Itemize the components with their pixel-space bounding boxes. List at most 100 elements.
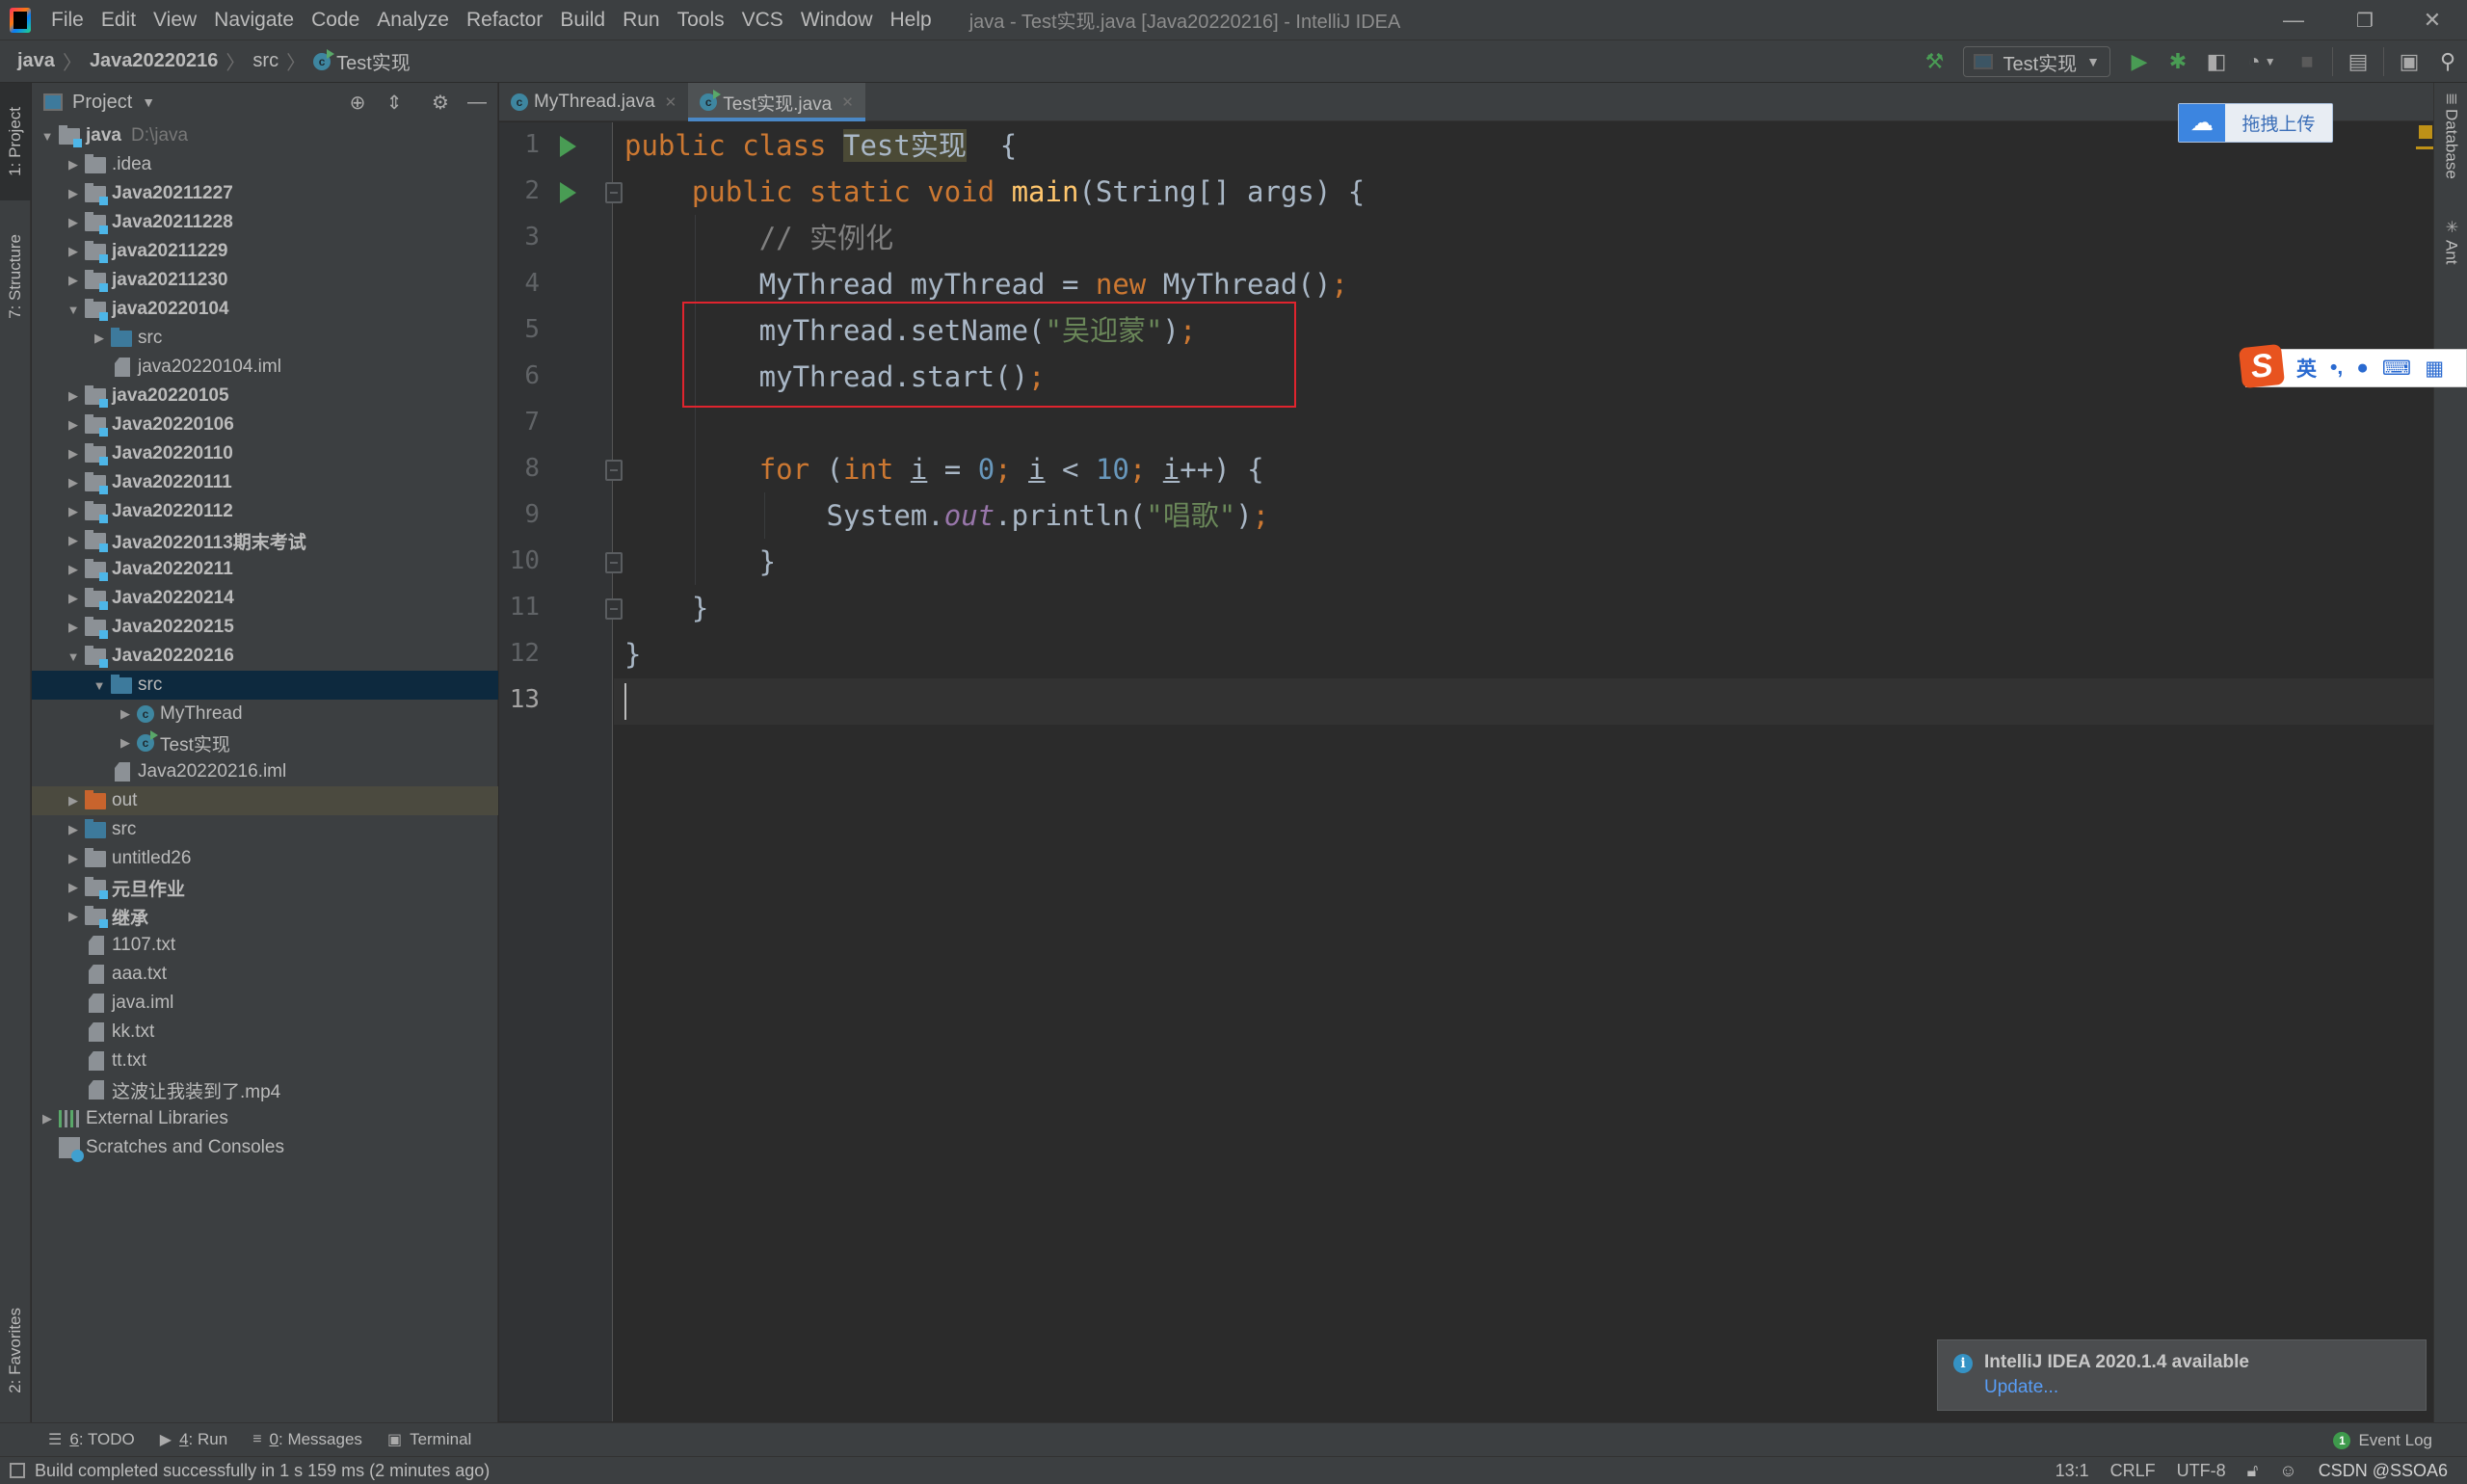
tree-item[interactable]: ▶ 元旦作业 <box>32 873 498 902</box>
run-configuration-select[interactable]: Test实现 ▼ <box>1963 46 2110 77</box>
collapse-arrow-icon[interactable]: ▶ <box>62 880 85 895</box>
menu-run[interactable]: Run <box>614 0 669 40</box>
tree-item[interactable]: ▶ Java20211228 <box>32 208 498 237</box>
collapse-arrow-icon[interactable]: ▶ <box>62 533 85 548</box>
apps-grid-icon[interactable]: ▦ <box>2425 357 2444 381</box>
collapse-arrow-icon[interactable]: ▶ <box>62 215 85 230</box>
collapse-arrow-icon[interactable]: ▶ <box>62 620 85 635</box>
tree-item[interactable]: ▶ src <box>32 815 498 844</box>
project-view-select[interactable]: Project <box>72 92 132 114</box>
run-main-gutter-icon[interactable] <box>560 182 576 203</box>
collapse-arrow-icon[interactable]: ▶ <box>62 909 85 924</box>
run-anything-icon[interactable]: ▣ <box>2390 42 2428 81</box>
unlock-icon[interactable]: 🔓︎ <box>2247 1461 2259 1481</box>
collapse-arrow-icon[interactable]: ▶ <box>62 591 85 606</box>
tree-item[interactable]: ▶ Java20220211 <box>32 555 498 584</box>
profile-icon[interactable]: ◔ ▼ <box>2236 42 2288 81</box>
file-encoding[interactable]: UTF-8 <box>2177 1461 2226 1481</box>
tree-item[interactable]: java20220104.iml <box>32 353 498 382</box>
tree-item[interactable]: ▼ java20220104 <box>32 295 498 324</box>
keyboard-icon[interactable]: ⌨ <box>2382 357 2411 381</box>
microphone-icon[interactable]: ● <box>2356 357 2369 380</box>
restore-button[interactable]: ❐ <box>2336 0 2394 40</box>
messages-tool-tab[interactable]: ≡ 0: Messages <box>252 1430 362 1449</box>
ant-tool-tab[interactable]: ✳ Ant <box>2434 218 2467 265</box>
breadcrumb-java[interactable]: java <box>13 50 59 72</box>
warning-stripe-marker[interactable] <box>2416 146 2433 149</box>
tree-item[interactable]: ▶ External Libraries <box>32 1104 498 1133</box>
hide-panel-icon[interactable]: — <box>464 89 491 116</box>
collapse-arrow-icon[interactable]: ▶ <box>62 822 85 837</box>
breadcrumb-module[interactable]: Java20220216 <box>86 50 222 72</box>
collapse-arrow-icon[interactable]: ▶ <box>62 186 85 201</box>
tree-item[interactable]: ▶ c Test实现 <box>32 729 498 757</box>
tree-item[interactable]: ▶ Java20220112 <box>32 497 498 526</box>
menu-window[interactable]: Window <box>792 0 882 40</box>
stop-icon[interactable]: ■ <box>2288 42 2326 81</box>
inspection-warning-marker[interactable] <box>2419 125 2432 139</box>
expand-arrow-icon[interactable]: ▼ <box>88 678 111 693</box>
favorites-tool-tab[interactable]: 2: Favorites <box>0 1287 31 1413</box>
expand-arrow-icon[interactable]: ▼ <box>36 129 59 144</box>
collapse-arrow-icon[interactable]: ▶ <box>114 706 137 722</box>
tree-item[interactable]: ▶ Java20211227 <box>32 179 498 208</box>
tree-item[interactable]: ▶ untitled26 <box>32 844 498 873</box>
collapse-arrow-icon[interactable]: ▶ <box>62 388 85 404</box>
close-tab-icon[interactable]: ✕ <box>841 93 854 111</box>
collapse-arrow-icon[interactable]: ▶ <box>36 1111 59 1126</box>
tree-item[interactable]: ▶ 继承 <box>32 902 498 931</box>
line-separator[interactable]: CRLF <box>2110 1461 2156 1481</box>
collapse-arrow-icon[interactable]: ▶ <box>62 475 85 490</box>
tree-item[interactable]: aaa.txt <box>32 960 498 989</box>
collapse-all-icon[interactable]: ⇕ <box>381 89 408 116</box>
expand-arrow-icon[interactable]: ▼ <box>62 303 85 317</box>
todo-tool-tab[interactable]: ☰ 6: TODO <box>48 1430 135 1449</box>
event-log-tab[interactable]: 1 Event Log <box>2333 1423 2432 1457</box>
tree-item[interactable]: ▶ Java20220215 <box>32 613 498 642</box>
collapse-arrow-icon[interactable]: ▶ <box>62 417 85 433</box>
toggle-tool-windows-icon[interactable] <box>10 1463 25 1478</box>
fold-marker-icon[interactable] <box>605 552 623 573</box>
tree-item[interactable]: ▶ Java20220214 <box>32 584 498 613</box>
tree-item[interactable]: ▼ src <box>32 671 498 700</box>
tree-item[interactable]: ▶ java20220105 <box>32 382 498 411</box>
fold-marker-icon[interactable] <box>605 182 623 203</box>
menu-view[interactable]: View <box>145 0 205 40</box>
collapse-arrow-icon[interactable]: ▶ <box>88 331 111 346</box>
menu-tools[interactable]: Tools <box>669 0 733 40</box>
run-class-gutter-icon[interactable] <box>560 136 576 157</box>
tree-item[interactable]: Java20220216.iml <box>32 757 498 786</box>
debug-bug-icon[interactable]: ✱ <box>2159 42 2197 81</box>
menu-vcs[interactable]: VCS <box>733 0 792 40</box>
run-icon[interactable]: ▶ <box>2120 42 2159 81</box>
tree-item[interactable]: java.iml <box>32 989 498 1018</box>
run-tool-tab[interactable]: ▶ 4: Run <box>160 1430 227 1449</box>
gear-icon[interactable]: ⚙ <box>427 89 454 116</box>
collapse-arrow-icon[interactable]: ▶ <box>62 851 85 866</box>
menu-code[interactable]: Code <box>303 0 368 40</box>
project-structure-icon[interactable]: ▤ <box>2339 42 2377 81</box>
terminal-tool-tab[interactable]: ▣ Terminal <box>387 1430 471 1449</box>
tree-item[interactable]: tt.txt <box>32 1047 498 1075</box>
tree-item[interactable]: ▶ java20211230 <box>32 266 498 295</box>
collapse-arrow-icon[interactable]: ▶ <box>62 446 85 462</box>
database-tool-tab[interactable]: ≣ Database <box>2434 93 2467 179</box>
collapse-arrow-icon[interactable]: ▶ <box>62 793 85 808</box>
menu-navigate[interactable]: Navigate <box>205 0 303 40</box>
collapse-arrow-icon[interactable]: ▶ <box>62 273 85 288</box>
collapse-arrow-icon[interactable]: ▶ <box>114 735 137 751</box>
tree-item[interactable]: ▶ out <box>32 786 498 815</box>
code-editor[interactable]: 1 2 3 4 5 6 7 8 9 10 11 12 13 public class Test实现 { … <box>499 122 2433 1421</box>
sogou-logo-icon[interactable]: S <box>2238 343 2286 389</box>
tree-item[interactable]: ▶ Java20220111 <box>32 468 498 497</box>
tree-item[interactable]: ▶ src <box>32 324 498 353</box>
breadcrumb-src[interactable]: src <box>249 50 282 72</box>
build-hammer-icon[interactable]: ⚒ <box>1915 42 1953 81</box>
fold-marker-icon[interactable] <box>605 598 623 620</box>
drag-upload-widget[interactable]: ☁ 拖拽上传 <box>2178 103 2333 143</box>
menu-refactor[interactable]: Refactor <box>458 0 551 40</box>
chevron-down-icon[interactable]: ▼ <box>142 94 155 110</box>
menu-build[interactable]: Build <box>551 0 614 40</box>
ime-language-toggle[interactable]: 英 <box>2296 354 2317 383</box>
collapse-arrow-icon[interactable]: ▶ <box>62 244 85 259</box>
